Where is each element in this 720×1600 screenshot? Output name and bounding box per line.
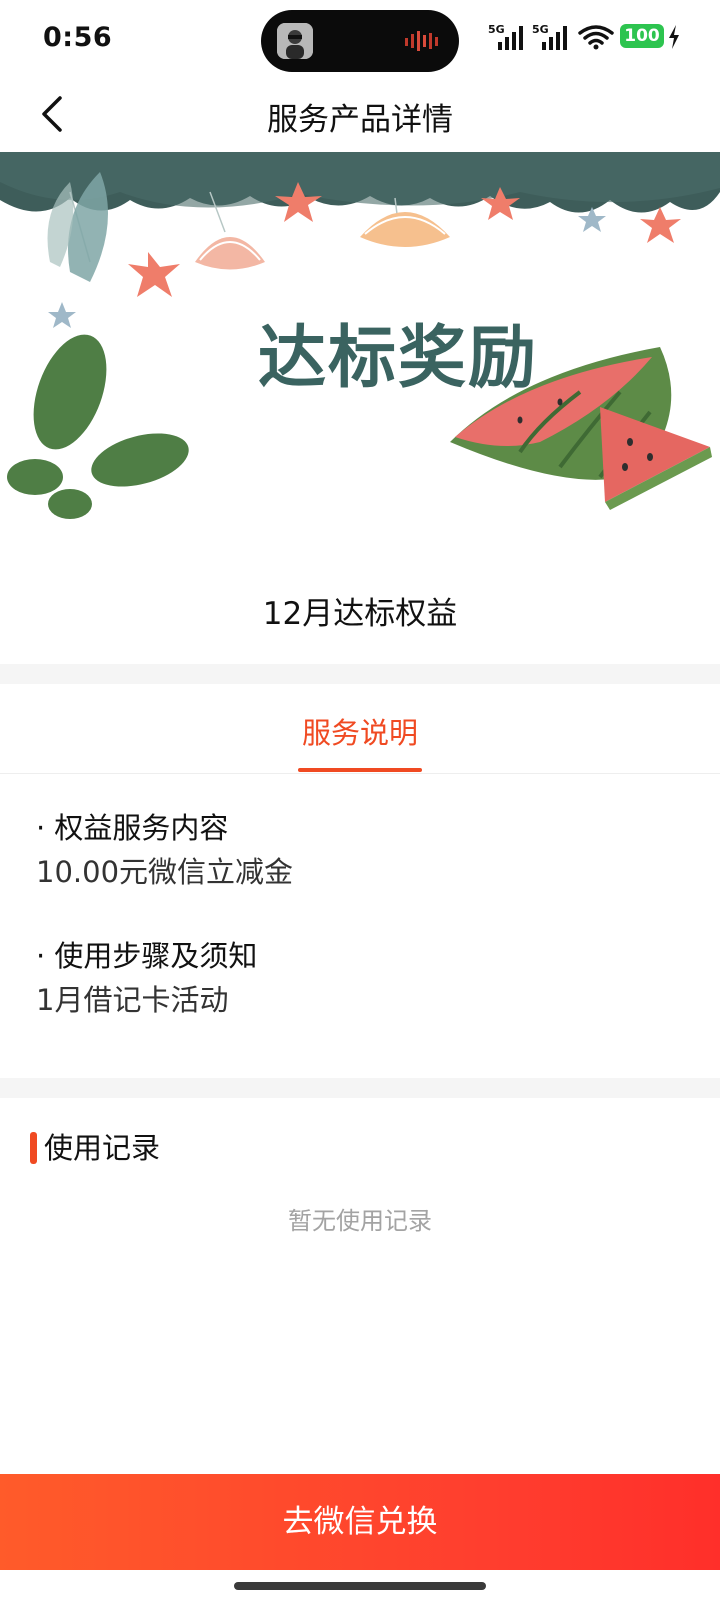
avatar [277,23,313,59]
nav-bar: 服务产品详情 [0,80,720,152]
status-bar: 0:56 5G 5G 100 [0,0,720,80]
network-label: 5G [532,23,549,36]
section-divider [0,1078,720,1098]
signal-icon: 5G [488,23,523,50]
banner-title: 达标奖励 [258,318,539,398]
battery-indicator: 100 [620,24,664,48]
detail-usage-notes: · 使用步骤及须知 1月借记卡活动 [36,934,686,1022]
page-title: 服务产品详情 [267,102,453,138]
detail-body: 1月借记卡活动 [36,983,229,1017]
signal-icon: 5G [532,23,567,50]
dynamic-island[interactable] [261,10,459,72]
redeem-wechat-button[interactable]: 去微信兑换 [0,1474,720,1570]
usage-records-title: 使用记录 [44,1131,161,1165]
empty-state-text: 暂无使用记录 [288,1207,432,1235]
detail-heading: · 权益服务内容 [36,811,229,845]
audio-wave-icon [403,30,439,52]
status-icons: 5G 5G 100 [488,22,688,52]
tab-service-description[interactable]: 服务说明 [0,710,720,752]
charging-icon [669,25,679,49]
section-accent-bar [30,1132,37,1164]
section-divider [0,664,720,684]
detail-heading: · 使用步骤及须知 [36,939,258,973]
home-indicator[interactable] [234,1582,486,1590]
banner-image: 达标奖励 [0,152,720,532]
wifi-icon [578,25,614,50]
detail-service-content: · 权益服务内容 10.00元微信立减金 [36,806,686,894]
tab-active-indicator [298,768,422,772]
product-title: 12月达标权益 [262,596,458,632]
page: 0:56 5G 5G 100 服务产品详情 达标奖励 12月达标权益 服务说明 … [0,0,720,1600]
network-label: 5G [488,23,505,36]
tab-bar: 服务说明 [0,684,720,774]
status-time: 0:56 [43,22,113,53]
detail-body: 10.00元微信立减金 [36,855,294,889]
